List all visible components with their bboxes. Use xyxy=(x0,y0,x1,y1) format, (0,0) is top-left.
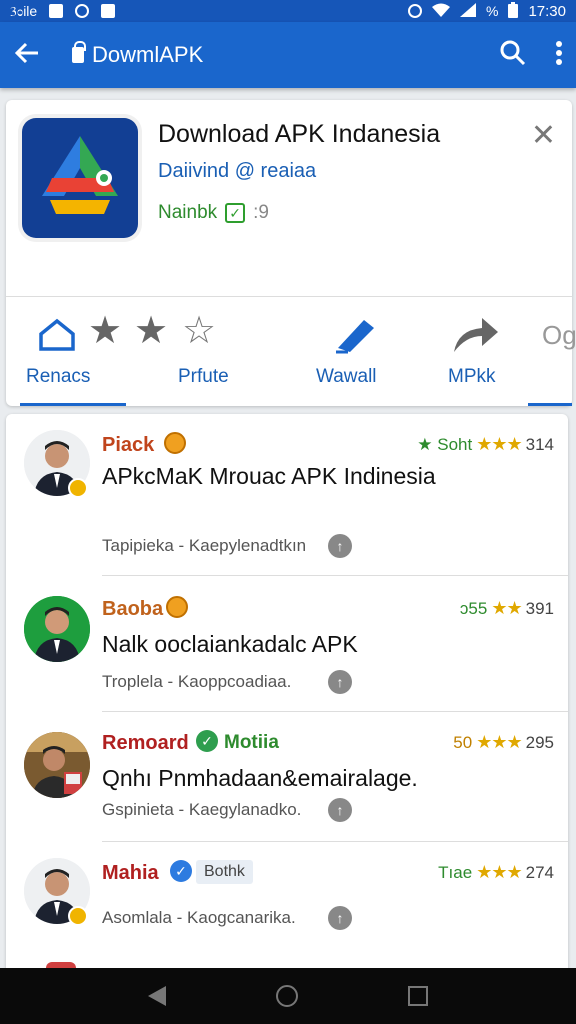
verified-check-icon: ✓ xyxy=(196,730,218,752)
system-nav-bar xyxy=(0,968,576,1024)
reply-icon[interactable]: ↑ xyxy=(328,798,352,822)
avatar xyxy=(24,596,90,662)
battery-icon xyxy=(508,1,519,21)
emoji-icon xyxy=(166,596,188,618)
reviews-card: Piack ★ Soht ★★★ 314 APkcMaK Mrouac APK … xyxy=(6,414,568,974)
app-info-card: Download APK Indanesia ✕ Daiivind @ reai… xyxy=(6,100,576,406)
rating-label: Tıae xyxy=(438,862,473,882)
close-icon[interactable]: ✕ xyxy=(531,118,556,153)
wifi-icon xyxy=(432,3,450,20)
home-icon xyxy=(39,318,75,351)
developer-name[interactable]: Daiivind @ reaiaa xyxy=(158,160,316,183)
rating-count: 274 xyxy=(525,862,554,882)
back-arrow-icon[interactable] xyxy=(14,39,50,71)
review-item[interactable]: Piack ★ Soht ★★★ 314 APkcMaK Mrouac APK … xyxy=(6,414,568,576)
reviewer-tag: Motiia xyxy=(224,732,279,753)
rating-stars: ★★ xyxy=(491,598,522,618)
tab-og-text: Og xyxy=(542,320,576,350)
reply-icon[interactable]: ↑ xyxy=(328,534,352,558)
rating-count: 314 xyxy=(525,434,554,454)
reviewer-name[interactable]: Baoba xyxy=(102,598,163,621)
review-meta: Asomlala - Kaogcanarika. xyxy=(102,908,296,927)
app-badge-row: Nainbk ✓ :9 xyxy=(158,202,269,224)
mail-notification-icon xyxy=(49,4,64,18)
reply-icon[interactable]: ↑ xyxy=(328,670,352,694)
rating-row: ★ Soht ★★★ 314 xyxy=(417,434,554,455)
tab-og[interactable]: Og xyxy=(540,306,576,406)
app-bar: DowmlAPK xyxy=(0,22,576,88)
reviewer-name[interactable]: Remoard xyxy=(102,732,189,755)
nav-home-icon[interactable] xyxy=(276,985,298,1007)
sync-notification-icon xyxy=(75,4,90,18)
review-item[interactable]: Baoba ɔ55 ★★ 391 Nalk ooclaiankadalc APK… xyxy=(6,576,568,712)
moderator-badge-icon xyxy=(68,478,88,498)
clock: 17:30 xyxy=(528,2,566,20)
rating-label: ɔ55 xyxy=(459,598,488,618)
tab-prfute[interactable]: Prfute xyxy=(166,306,266,406)
tab-label: Renacs xyxy=(26,366,91,387)
star-filled-icon: ★ xyxy=(88,310,123,352)
rating-row: ɔ55 ★★ 391 xyxy=(460,598,554,619)
battery-percent: % xyxy=(486,3,499,19)
share-arrow-icon xyxy=(454,318,498,352)
rating-row: Tıae ★★★ 274 xyxy=(438,862,554,883)
rating-row: 50 ★★★ 295 xyxy=(453,732,554,753)
tab-wawall[interactable]: Wawall xyxy=(306,306,416,406)
alarm-icon xyxy=(408,4,422,18)
more-options-icon[interactable] xyxy=(556,40,562,70)
reply-icon[interactable]: ↑ xyxy=(328,906,352,930)
check-icon: ✓ xyxy=(225,203,246,223)
wallet-icon xyxy=(336,320,374,354)
review-text: Qnhı Pnmhadaan&emairalage. xyxy=(102,765,418,791)
carrier-text: 3ಂile xyxy=(10,2,38,19)
download-notification-icon xyxy=(101,4,116,18)
tab-label: MPkk xyxy=(448,366,496,387)
tab-mpkk[interactable]: MPkk xyxy=(436,306,526,406)
active-tab-indicator xyxy=(20,403,126,406)
signal-icon xyxy=(460,2,476,20)
status-bar: 3ಂile % 17:30 xyxy=(0,0,576,22)
rating-stars: ★★★ xyxy=(476,434,522,454)
avatar xyxy=(24,732,90,798)
nav-recents-icon[interactable] xyxy=(408,986,428,1006)
review-text: Nalk ooclaiankadalc APK xyxy=(102,631,358,657)
reviewer-name[interactable]: Piack xyxy=(102,434,154,457)
search-icon[interactable] xyxy=(500,40,526,71)
card-divider xyxy=(6,296,572,297)
rating-count: 391 xyxy=(525,598,554,618)
star-filled-icon: ★ xyxy=(134,310,169,352)
moderator-badge-icon xyxy=(68,906,88,926)
tab-bar: Renacs ★ ★ ☆ Prfute Wawall MPkk Og xyxy=(6,306,576,406)
reviewer-name[interactable]: Mahia xyxy=(102,862,159,885)
review-text: APkcMaK Mrouac APK Indinesia xyxy=(102,463,436,489)
rating-label: ★ Soht xyxy=(417,434,473,454)
badge-label: Nainbk xyxy=(158,202,218,223)
reviewer-tag: Bothk xyxy=(196,860,253,884)
review-meta: Gspinieta - Kaegylanadko. xyxy=(102,800,302,819)
nav-back-icon[interactable] xyxy=(148,986,166,1006)
app-bar-title: DowmlAPK xyxy=(92,42,204,67)
review-meta: Troplela - Kaoppcoadiaa. xyxy=(102,672,292,691)
rating-stars: ★★★ xyxy=(476,862,522,882)
emoji-icon xyxy=(164,432,186,454)
review-item[interactable]: Remoard ✓ Motiia 50 ★★★ 295 Qnhı Pnmhada… xyxy=(6,712,568,842)
review-item[interactable]: Mahia ✓ Bothk Tıae ★★★ 274 Asomlala - Ka… xyxy=(6,842,568,962)
rating-count: 295 xyxy=(525,732,554,752)
badge-count: :9 xyxy=(253,202,270,223)
verified-check-icon: ✓ xyxy=(170,860,192,882)
app-name: Download APK Indanesia xyxy=(158,120,441,148)
review-meta: Tapipieka - Kaepylenadtkın xyxy=(102,536,307,555)
app-logo-icon xyxy=(22,118,138,238)
rating-label: 50 xyxy=(453,732,473,752)
tab-label: Wawall xyxy=(316,366,377,387)
app-bar-title-group: DowmlAPK xyxy=(72,41,204,68)
tab-label: Prfute xyxy=(178,366,229,387)
lock-icon xyxy=(72,41,86,63)
rating-stars: ★★★ xyxy=(476,732,522,752)
